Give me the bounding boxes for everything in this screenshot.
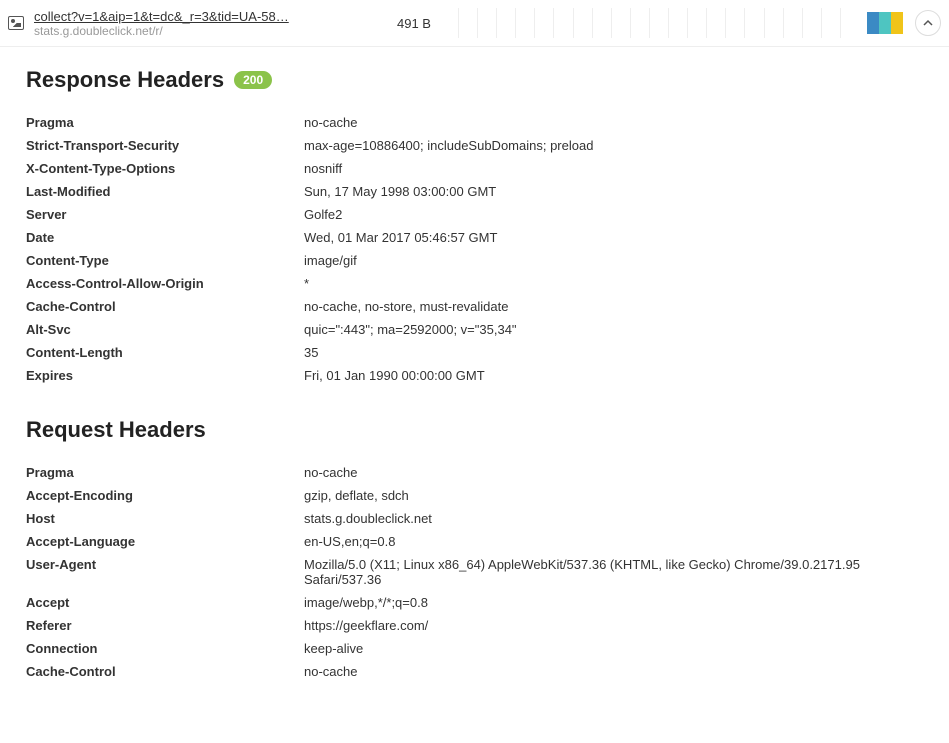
header-row: X-Content-Type-Optionsnosniff — [26, 157, 923, 180]
header-name: Cache-Control — [26, 299, 304, 314]
header-value: max-age=10886400; includeSubDomains; pre… — [304, 138, 923, 153]
chevron-up-icon — [923, 18, 933, 28]
status-badge: 200 — [234, 71, 272, 89]
request-headers-section: Request Headers Pragmano-cacheAccept-Enc… — [26, 417, 923, 683]
header-value: Fri, 01 Jan 1990 00:00:00 GMT — [304, 368, 923, 383]
header-name: Accept-Encoding — [26, 488, 304, 503]
header-value: no-cache — [304, 115, 923, 130]
header-value: https://geekflare.com/ — [304, 618, 923, 633]
header-row: Accept-Languageen-US,en;q=0.8 — [26, 530, 923, 553]
request-size: 491 B — [374, 16, 454, 31]
request-headers-title: Request Headers — [26, 417, 923, 443]
header-name: Pragma — [26, 465, 304, 480]
header-name: Strict-Transport-Security — [26, 138, 304, 153]
chip-wait — [879, 12, 891, 34]
header-value: gzip, deflate, sdch — [304, 488, 923, 503]
request-text: collect?v=1&aip=1&t=dc&_r=3&tid=UA-58… s… — [34, 9, 374, 38]
header-row: Pragmano-cache — [26, 111, 923, 134]
header-value: no-cache — [304, 465, 923, 480]
header-value: Mozilla/5.0 (X11; Linux x86_64) AppleWeb… — [304, 557, 923, 587]
chip-blocked — [867, 12, 879, 34]
header-row: Cache-Controlno-cache — [26, 660, 923, 683]
header-value: 35 — [304, 345, 923, 360]
header-name: Content-Type — [26, 253, 304, 268]
header-row: Last-ModifiedSun, 17 May 1998 03:00:00 G… — [26, 180, 923, 203]
request-url[interactable]: collect?v=1&aip=1&t=dc&_r=3&tid=UA-58… — [34, 9, 374, 24]
header-value: image/webp,*/*;q=0.8 — [304, 595, 923, 610]
header-row: Content-Typeimage/gif — [26, 249, 923, 272]
header-value: * — [304, 276, 923, 291]
header-value: image/gif — [304, 253, 923, 268]
header-name: Pragma — [26, 115, 304, 130]
header-value: no-cache — [304, 664, 923, 679]
header-row: Alt-Svcquic=":443"; ma=2592000; v="35,34… — [26, 318, 923, 341]
waterfall — [454, 8, 907, 38]
header-row: Pragmano-cache — [26, 461, 923, 484]
image-type-icon — [8, 16, 24, 30]
header-value: quic=":443"; ma=2592000; v="35,34" — [304, 322, 923, 337]
header-row: Connectionkeep-alive — [26, 637, 923, 660]
header-row: Cache-Controlno-cache, no-store, must-re… — [26, 295, 923, 318]
header-row: Accept-Encodinggzip, deflate, sdch — [26, 484, 923, 507]
header-name: Cache-Control — [26, 664, 304, 679]
header-name: Date — [26, 230, 304, 245]
header-name: Access-Control-Allow-Origin — [26, 276, 304, 291]
request-host: stats.g.doubleclick.net/r/ — [34, 24, 374, 38]
header-value: Golfe2 — [304, 207, 923, 222]
header-value: stats.g.doubleclick.net — [304, 511, 923, 526]
header-name: Alt-Svc — [26, 322, 304, 337]
header-name: Server — [26, 207, 304, 222]
header-value: no-cache, no-store, must-revalidate — [304, 299, 923, 314]
response-headers-list: Pragmano-cacheStrict-Transport-Securitym… — [26, 111, 923, 387]
header-row: ExpiresFri, 01 Jan 1990 00:00:00 GMT — [26, 364, 923, 387]
header-row: Hoststats.g.doubleclick.net — [26, 507, 923, 530]
request-headers-list: Pragmano-cacheAccept-Encodinggzip, defla… — [26, 461, 923, 683]
header-row: DateWed, 01 Mar 2017 05:46:57 GMT — [26, 226, 923, 249]
response-headers-section: Response Headers 200 Pragmano-cacheStric… — [26, 67, 923, 387]
header-name: Accept — [26, 595, 304, 610]
collapse-button[interactable] — [915, 10, 941, 36]
header-row: User-AgentMozilla/5.0 (X11; Linux x86_64… — [26, 553, 923, 591]
waterfall-grid — [458, 8, 859, 38]
header-name: Accept-Language — [26, 534, 304, 549]
header-name: User-Agent — [26, 557, 304, 587]
header-row: Acceptimage/webp,*/*;q=0.8 — [26, 591, 923, 614]
header-row: ServerGolfe2 — [26, 203, 923, 226]
header-name: Content-Length — [26, 345, 304, 360]
header-name: X-Content-Type-Options — [26, 161, 304, 176]
header-value: keep-alive — [304, 641, 923, 656]
header-name: Last-Modified — [26, 184, 304, 199]
response-headers-title: Response Headers 200 — [26, 67, 923, 93]
header-value: Sun, 17 May 1998 03:00:00 GMT — [304, 184, 923, 199]
response-title-text: Response Headers — [26, 67, 224, 93]
timing-chips — [867, 12, 903, 34]
chip-receive — [891, 12, 903, 34]
header-name: Referer — [26, 618, 304, 633]
header-name: Host — [26, 511, 304, 526]
header-name: Expires — [26, 368, 304, 383]
header-value: Wed, 01 Mar 2017 05:46:57 GMT — [304, 230, 923, 245]
header-row: Content-Length35 — [26, 341, 923, 364]
header-row: Strict-Transport-Securitymax-age=1088640… — [26, 134, 923, 157]
header-row: Refererhttps://geekflare.com/ — [26, 614, 923, 637]
request-row[interactable]: collect?v=1&aip=1&t=dc&_r=3&tid=UA-58… s… — [0, 0, 949, 47]
header-value: en-US,en;q=0.8 — [304, 534, 923, 549]
header-name: Connection — [26, 641, 304, 656]
header-row: Access-Control-Allow-Origin* — [26, 272, 923, 295]
request-title-text: Request Headers — [26, 417, 206, 443]
details-panel: Response Headers 200 Pragmano-cacheStric… — [0, 47, 949, 743]
header-value: nosniff — [304, 161, 923, 176]
